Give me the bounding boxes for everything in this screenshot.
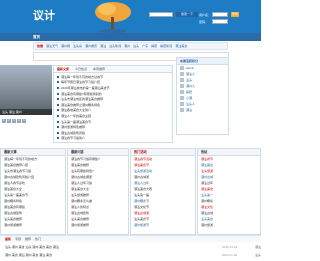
list-item[interactable]: 潮州旅游节 <box>131 222 195 228</box>
avatar <box>180 108 184 112</box>
search-button[interactable]: 搜索一下 <box>176 12 198 17</box>
tab-footer-recommend[interactable]: 推荐 <box>25 237 31 241</box>
pager-dot[interactable]: 4 <box>17 119 21 123</box>
panel-title: 本周活跃积分 <box>177 58 228 65</box>
subnav-item[interactable]: 揭阳 <box>151 44 157 48</box>
bullet-icon <box>57 86 59 89</box>
bullet-icon <box>57 103 59 106</box>
subnav-item[interactable]: 热搜 <box>37 44 43 48</box>
password-label: 密码： <box>199 20 209 24</box>
subnav-item[interactable]: 潮州网 <box>61 44 70 48</box>
column-title: 热门活动 <box>131 149 195 156</box>
bullet-icon <box>57 137 59 140</box>
column-hot-posts: 热帖 潮汕春节 潮汕美食 汕头旅游 潮州古城 潮汕过年 潮汕美食 汕头第一 潮州… <box>197 148 261 235</box>
subnav: 热搜 潮汕天气 潮州网 汕头房 潮州婚庆 潮汕 汕头新闻 潮州 汕头 广东 揭阳… <box>33 42 228 50</box>
member-item[interactable]: 潮汕 <box>177 107 228 113</box>
tab-footer-latest[interactable]: 最新 <box>5 237 11 241</box>
column-qa: 最新问答 潮汕春节习俗有哪些? 潮汕美食推荐 汕头有哪些特色? 潮州古城在哪里 … <box>67 148 129 235</box>
subnav-item[interactable]: 汕头新闻 <box>109 44 121 48</box>
bullet-icon <box>57 75 59 78</box>
pager-dot[interactable]: 1 <box>2 119 6 123</box>
tab-footer-topic[interactable]: 专题 <box>15 237 21 241</box>
footer-row-source: 汕头 <box>254 252 261 257</box>
search-input[interactable] <box>149 12 173 17</box>
footer-row-date: 2020-11-30 <box>221 252 238 257</box>
subnav-item[interactable]: 汕头房 <box>73 44 82 48</box>
pager-dot[interactable]: 5 <box>22 119 26 123</box>
subnav-item[interactable]: 潮汕美食 <box>175 44 187 48</box>
featured-photo[interactable] <box>0 65 52 115</box>
bullet-icon <box>57 98 59 101</box>
tab-footer-hot[interactable]: 热门 <box>35 237 41 241</box>
bullet-icon <box>57 109 59 112</box>
pager-dot[interactable]: 3 <box>12 119 16 123</box>
login-button[interactable]: 登录 <box>231 12 239 17</box>
active-members-panel: 本周活跃积分 admin 潮汕人 汕头 潮州人 揭阳 小潮 汕头人 潮汕 <box>176 57 229 135</box>
subnav-item[interactable]: 潮汕天气 <box>46 44 58 48</box>
footer-row-title: 潮州 美食 潮汕 潮州 美食 潮汕 美食 <box>5 252 53 257</box>
list-item[interactable]: 潮州旅游 <box>198 222 260 228</box>
column-title: 最新文章 <box>1 149 65 156</box>
password-input[interactable] <box>212 19 228 24</box>
list-item[interactable]: 潮州旅游推荐 <box>68 222 128 228</box>
footer-row-title: 汕头 潮州 美食 汕头 潮州 美食 美食 潮汕 <box>5 244 59 249</box>
username-label: 用户名： <box>199 13 212 17</box>
list-item[interactable]: 潮汕春节习俗简介 <box>57 136 169 142</box>
bullet-icon <box>57 92 59 95</box>
column-activities: 热门活动 潮汕春节活动 潮汕美食节 汕头旅游活动 潮州古城游 潮汕人过年 潮汕美… <box>130 148 196 235</box>
tree-illustration <box>95 2 131 33</box>
news-panel: 最新文章 今日热点 本周推荐 潮汕每一年到不同的地方过春节 每年节假日潮汕春节习… <box>53 65 173 143</box>
avatar <box>180 90 184 94</box>
bullet-icon <box>57 114 59 117</box>
avatar <box>180 78 184 82</box>
nav-home[interactable]: 首页 <box>33 33 40 41</box>
tab-recommend[interactable]: 本周推荐 <box>90 66 108 72</box>
avatar <box>180 72 184 76</box>
tab-latest[interactable]: 最新文章 <box>54 66 73 72</box>
avatar <box>180 102 184 106</box>
subnav-item[interactable]: 潮州婚庆 <box>85 44 97 48</box>
site-logo[interactable]: 议计 <box>33 7 55 23</box>
news-tabs: 最新文章 今日热点 本周推荐 <box>54 66 172 73</box>
subnav-item[interactable]: 潮州 <box>124 44 130 48</box>
bullet-icon <box>57 131 59 134</box>
tab-hot[interactable]: 今日热点 <box>72 66 90 72</box>
bullet-icon <box>57 81 59 84</box>
username-input[interactable] <box>212 12 228 17</box>
news-list: 潮汕每一年到不同的地方过春节 每年节假日潮汕春节习俗介绍 2020年潮汕城市的第… <box>54 73 172 142</box>
column-title: 最新问答 <box>68 149 128 156</box>
subnav-item[interactable]: 潮汕 <box>100 44 106 48</box>
bullet-icon <box>57 126 59 129</box>
avatar <box>180 66 184 70</box>
footer-row[interactable]: 汕头 潮州 美食 汕头 潮州 美食 美食 潮汕 2020-12-24 潮汕 <box>0 243 261 250</box>
footer-row-date: 2020-12-24 <box>221 244 238 249</box>
photo-pager: 1 2 3 4 5 <box>2 119 26 123</box>
list-item[interactable]: 潮州旅游推荐 <box>1 222 65 228</box>
footer-row[interactable]: 潮州 美食 潮汕 潮州 美食 潮汕 美食 2020-11-30 汕头 <box>0 251 261 258</box>
footer-row-source: 潮汕 <box>254 244 261 249</box>
photo-caption[interactable]: 汕头 潮汕 潮州 <box>0 109 52 115</box>
avatar <box>180 96 184 100</box>
subnav-item[interactable]: 汕头 <box>133 44 139 48</box>
subnav-item[interactable]: 揭阳新闻 <box>160 44 172 48</box>
subnav-item[interactable]: 广东 <box>142 44 148 48</box>
column-title: 热帖 <box>198 149 260 156</box>
footer-tabs: 最新 专题 推荐 热门 <box>0 236 261 242</box>
pager-dot[interactable]: 2 <box>7 119 11 123</box>
column-latest: 最新文章 潮汕每一年到不同的地方 潮汕美食推荐介绍 汕头市潮汕春节习俗 潮州古城… <box>0 148 66 235</box>
bullet-icon <box>57 120 59 123</box>
avatar <box>180 84 184 88</box>
